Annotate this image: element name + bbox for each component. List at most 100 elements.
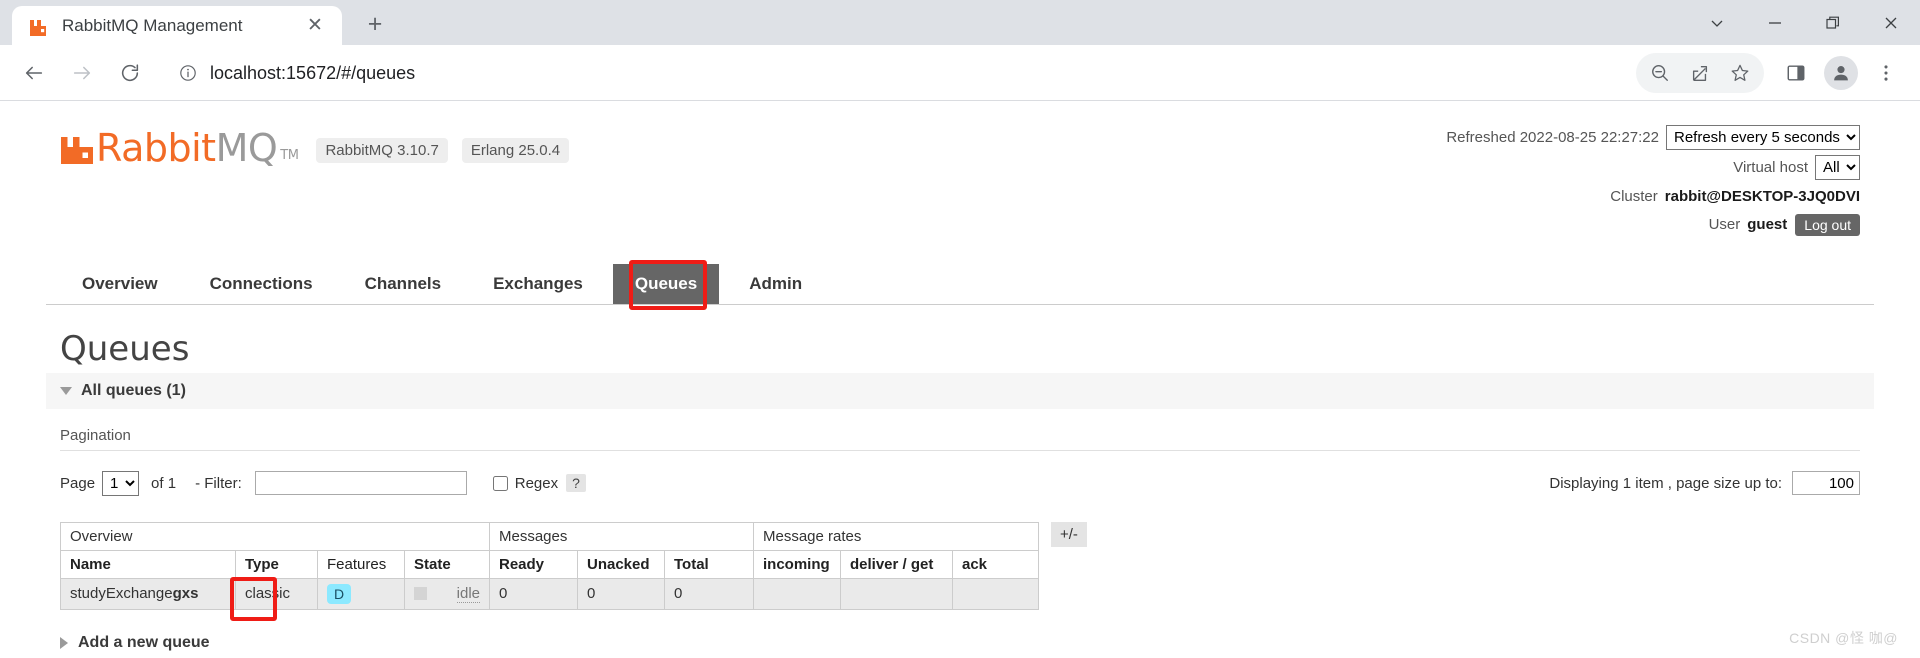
- table-group-header-row: Overview Messages Message rates: [61, 522, 1039, 550]
- column-header-features: Features: [318, 550, 405, 578]
- brand-logo-rabbit: Rabbit: [96, 129, 216, 167]
- log-out-button[interactable]: Log out: [1795, 214, 1860, 236]
- cell-total: 0: [665, 578, 754, 609]
- tab-exchanges[interactable]: Exchanges: [471, 264, 605, 304]
- reload-icon[interactable]: [110, 53, 150, 93]
- state-text: idle: [457, 585, 480, 603]
- arrow-left-icon[interactable]: [14, 53, 54, 93]
- cell-type: classic: [236, 578, 318, 609]
- minimize-to-tray-button[interactable]: [1688, 0, 1746, 45]
- toggle-columns-button[interactable]: +/-: [1051, 522, 1087, 547]
- all-queues-section-header[interactable]: All queues (1): [46, 373, 1874, 409]
- app-status-panel: Refreshed 2022-08-25 22:27:22 Refresh ev…: [1446, 119, 1860, 242]
- column-header-incoming[interactable]: incoming: [754, 550, 841, 578]
- group-header-overview: Overview: [61, 522, 490, 550]
- tab-connections[interactable]: Connections: [188, 264, 335, 304]
- plus-icon[interactable]: +: [358, 7, 392, 41]
- column-header-total[interactable]: Total: [665, 550, 754, 578]
- durable-badge[interactable]: D: [327, 584, 351, 604]
- browser-tab-title: RabbitMQ Management: [62, 16, 284, 36]
- all-queues-label: All queues (1): [81, 382, 186, 400]
- vhost-row: Virtual host All: [1446, 155, 1860, 180]
- cell-incoming: [754, 578, 841, 609]
- rabbitmq-version-tag: RabbitMQ 3.10.7: [316, 138, 447, 163]
- arrow-right-icon: [62, 53, 102, 93]
- refreshed-timestamp: Refreshed 2022-08-25 22:27:22: [1446, 126, 1659, 149]
- zoom-out-icon[interactable]: [1640, 53, 1680, 93]
- column-header-name[interactable]: Name: [61, 550, 236, 578]
- column-header-ready[interactable]: Ready: [490, 550, 578, 578]
- user-row: User guest Log out: [1446, 213, 1860, 236]
- chevron-right-icon[interactable]: [60, 637, 68, 649]
- cell-state: idle: [405, 578, 490, 609]
- maximize-button[interactable]: [1804, 0, 1862, 45]
- brand-logo-text: RabbitMQTM: [96, 129, 298, 167]
- regex-label: Regex: [515, 475, 558, 492]
- page-select[interactable]: 1: [102, 471, 139, 496]
- column-header-type[interactable]: Type: [236, 550, 318, 578]
- tab-queues[interactable]: Queues: [613, 264, 719, 304]
- share-icon[interactable]: [1680, 53, 1720, 93]
- regex-help-icon[interactable]: ?: [566, 474, 586, 492]
- queues-table-wrap: Overview Messages Message rates Name Typ…: [60, 522, 1860, 610]
- regex-checkbox[interactable]: [493, 476, 508, 491]
- regex-toggle[interactable]: Regex ?: [493, 474, 586, 492]
- cluster-row: Cluster rabbit@DESKTOP-3JQ0DVI: [1446, 185, 1860, 208]
- info-circle-icon[interactable]: [178, 63, 198, 83]
- column-header-ack[interactable]: ack: [953, 550, 1039, 578]
- tab-overview[interactable]: Overview: [60, 264, 180, 304]
- bookmark-star-icon[interactable]: [1720, 53, 1760, 93]
- cell-queue-name[interactable]: studyExchangegxs: [61, 578, 236, 609]
- filter-input[interactable]: [255, 471, 467, 495]
- user-label: User: [1709, 213, 1741, 236]
- chrome-menu-icon[interactable]: [1866, 53, 1906, 93]
- chevron-down-icon[interactable]: [60, 387, 72, 395]
- cluster-label: Cluster: [1610, 185, 1658, 208]
- display-info: Displaying 1 item , page size up to:: [1549, 471, 1860, 495]
- queue-name-prefix: studyExchange: [70, 585, 173, 602]
- pagination-section: Pagination Page 1 of 1 - Filter: Regex ?…: [60, 427, 1860, 496]
- pagination-label: Pagination: [60, 427, 1860, 451]
- close-window-button[interactable]: [1862, 0, 1920, 45]
- refresh-row: Refreshed 2022-08-25 22:27:22 Refresh ev…: [1446, 125, 1860, 150]
- side-panel-icon[interactable]: [1776, 53, 1816, 93]
- brand-logo[interactable]: RabbitMQTM RabbitMQ 3.10.7 Erlang 25.0.4: [60, 119, 583, 167]
- browser-titlebar: RabbitMQ Management ✕ +: [0, 0, 1920, 45]
- table-row[interactable]: studyExchangegxs classic D idle 0 0 0: [61, 578, 1039, 609]
- page-size-input[interactable]: [1792, 471, 1860, 495]
- filter-label: - Filter:: [195, 475, 242, 492]
- tab-channels[interactable]: Channels: [343, 264, 464, 304]
- profile-avatar[interactable]: [1824, 56, 1858, 90]
- cell-features: D: [318, 578, 405, 609]
- page-content: RabbitMQTM RabbitMQ 3.10.7 Erlang 25.0.4…: [0, 101, 1920, 658]
- group-header-messages: Messages: [490, 522, 754, 550]
- pagination-controls: Page 1 of 1 - Filter: Regex ? Displaying…: [60, 471, 1860, 496]
- column-header-deliver-get[interactable]: deliver / get: [841, 550, 953, 578]
- version-tags: RabbitMQ 3.10.7 Erlang 25.0.4: [316, 138, 583, 163]
- page-label: Page: [60, 475, 95, 492]
- toolbar-actions: [1636, 53, 1906, 93]
- refresh-interval-select[interactable]: Refresh every 5 seconds: [1666, 125, 1860, 150]
- close-icon[interactable]: ✕: [302, 13, 328, 39]
- user-name: guest: [1747, 213, 1787, 236]
- window-controls: [1688, 0, 1920, 45]
- add-new-queue-section[interactable]: Add a new queue: [60, 634, 1860, 652]
- app-header: RabbitMQTM RabbitMQ 3.10.7 Erlang 25.0.4…: [46, 119, 1874, 242]
- address-bar[interactable]: localhost:15672/#/queues: [164, 54, 1626, 92]
- tab-admin[interactable]: Admin: [727, 264, 824, 304]
- column-header-unacked[interactable]: Unacked: [578, 550, 665, 578]
- cell-ready: 0: [490, 578, 578, 609]
- minimize-button[interactable]: [1746, 0, 1804, 45]
- column-header-state[interactable]: State: [405, 550, 490, 578]
- browser-toolbar: localhost:15672/#/queues: [0, 45, 1920, 101]
- displaying-label: Displaying 1 item , page size up to:: [1549, 475, 1782, 492]
- vhost-label: Virtual host: [1733, 156, 1808, 179]
- add-new-queue-label: Add a new queue: [78, 634, 210, 652]
- main-nav: Overview Connections Channels Exchanges …: [46, 264, 1874, 305]
- brand-logo-mq: MQ: [216, 129, 278, 167]
- browser-tab[interactable]: RabbitMQ Management ✕: [12, 6, 342, 45]
- vhost-select[interactable]: All: [1815, 155, 1860, 180]
- page-title: Queues: [46, 329, 1874, 369]
- cell-deliver-get: [841, 578, 953, 609]
- rabbitmq-logo-icon: [60, 131, 94, 165]
